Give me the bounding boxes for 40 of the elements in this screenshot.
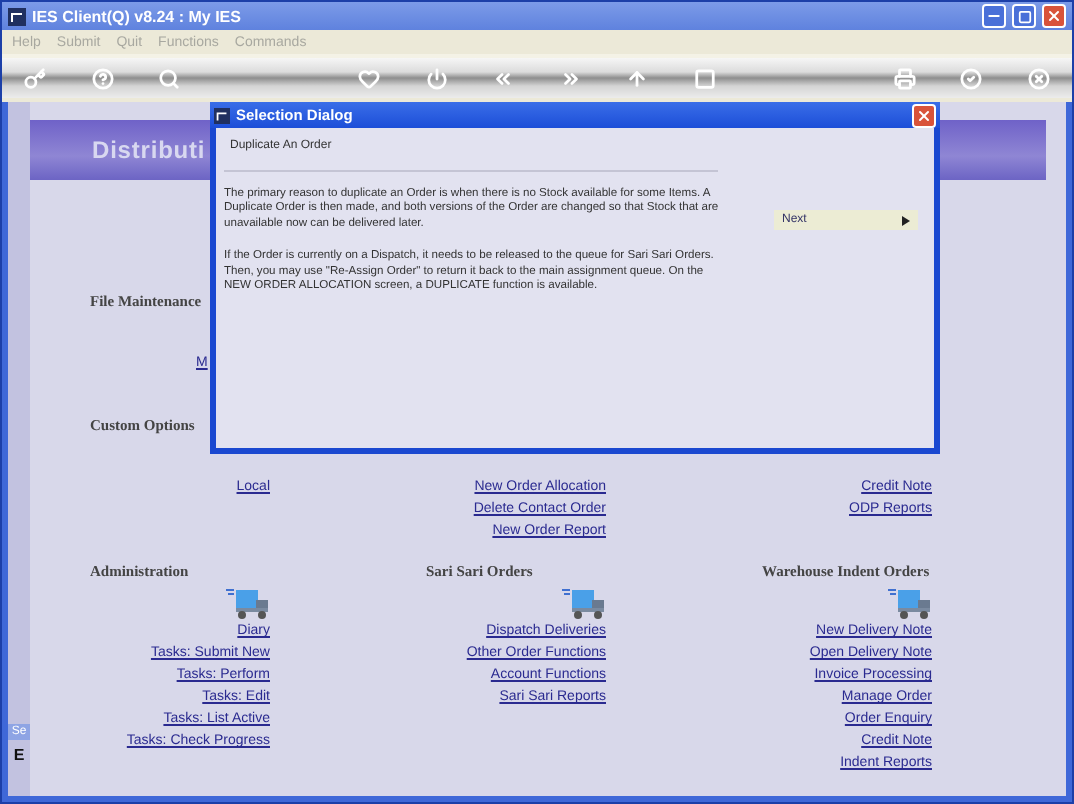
close-icon bbox=[1046, 8, 1062, 24]
toolbar-button[interactable] bbox=[1027, 67, 1050, 89]
maximize-button[interactable] bbox=[1012, 4, 1036, 28]
toolbar-button[interactable] bbox=[693, 67, 716, 89]
up-arrow-icon bbox=[626, 67, 649, 89]
heart-icon bbox=[358, 67, 381, 89]
truck-icon bbox=[226, 584, 270, 620]
toolbar-button[interactable] bbox=[24, 67, 47, 89]
help-icon bbox=[91, 67, 114, 89]
play-icon bbox=[902, 215, 910, 225]
double-left-icon bbox=[492, 67, 515, 89]
toolbar-button[interactable] bbox=[492, 67, 515, 89]
minimize-button[interactable] bbox=[982, 4, 1006, 28]
toolbar-button[interactable] bbox=[91, 67, 114, 89]
key-icon bbox=[24, 67, 47, 89]
check-icon bbox=[960, 67, 983, 89]
toolbar-button[interactable] bbox=[358, 67, 381, 89]
side-glyph: E bbox=[13, 746, 25, 764]
double-right-icon bbox=[559, 67, 582, 89]
toolbar-button[interactable] bbox=[158, 67, 181, 89]
window-title: IES Client(Q) v8.24 : My IES bbox=[32, 7, 243, 25]
search-icon bbox=[158, 67, 181, 89]
close-button[interactable] bbox=[1042, 4, 1066, 28]
truck-icon bbox=[562, 584, 606, 620]
maximize-icon bbox=[1017, 9, 1031, 23]
printer-icon bbox=[893, 67, 916, 89]
app-icon bbox=[214, 107, 230, 123]
square-icon bbox=[693, 67, 716, 89]
app-icon bbox=[8, 7, 26, 25]
page-title: Distributi bbox=[92, 136, 206, 164]
close-icon bbox=[1027, 67, 1050, 89]
toolbar-button[interactable] bbox=[893, 67, 916, 89]
dialog-close-button[interactable] bbox=[912, 103, 936, 127]
close-icon bbox=[916, 107, 932, 123]
toolbar-button[interactable] bbox=[559, 67, 582, 89]
power-icon bbox=[425, 67, 448, 89]
toolbar-button[interactable] bbox=[425, 67, 448, 89]
toolbar-button[interactable] bbox=[960, 67, 983, 89]
toolbar-button[interactable] bbox=[626, 67, 649, 89]
truck-icon bbox=[888, 584, 932, 620]
